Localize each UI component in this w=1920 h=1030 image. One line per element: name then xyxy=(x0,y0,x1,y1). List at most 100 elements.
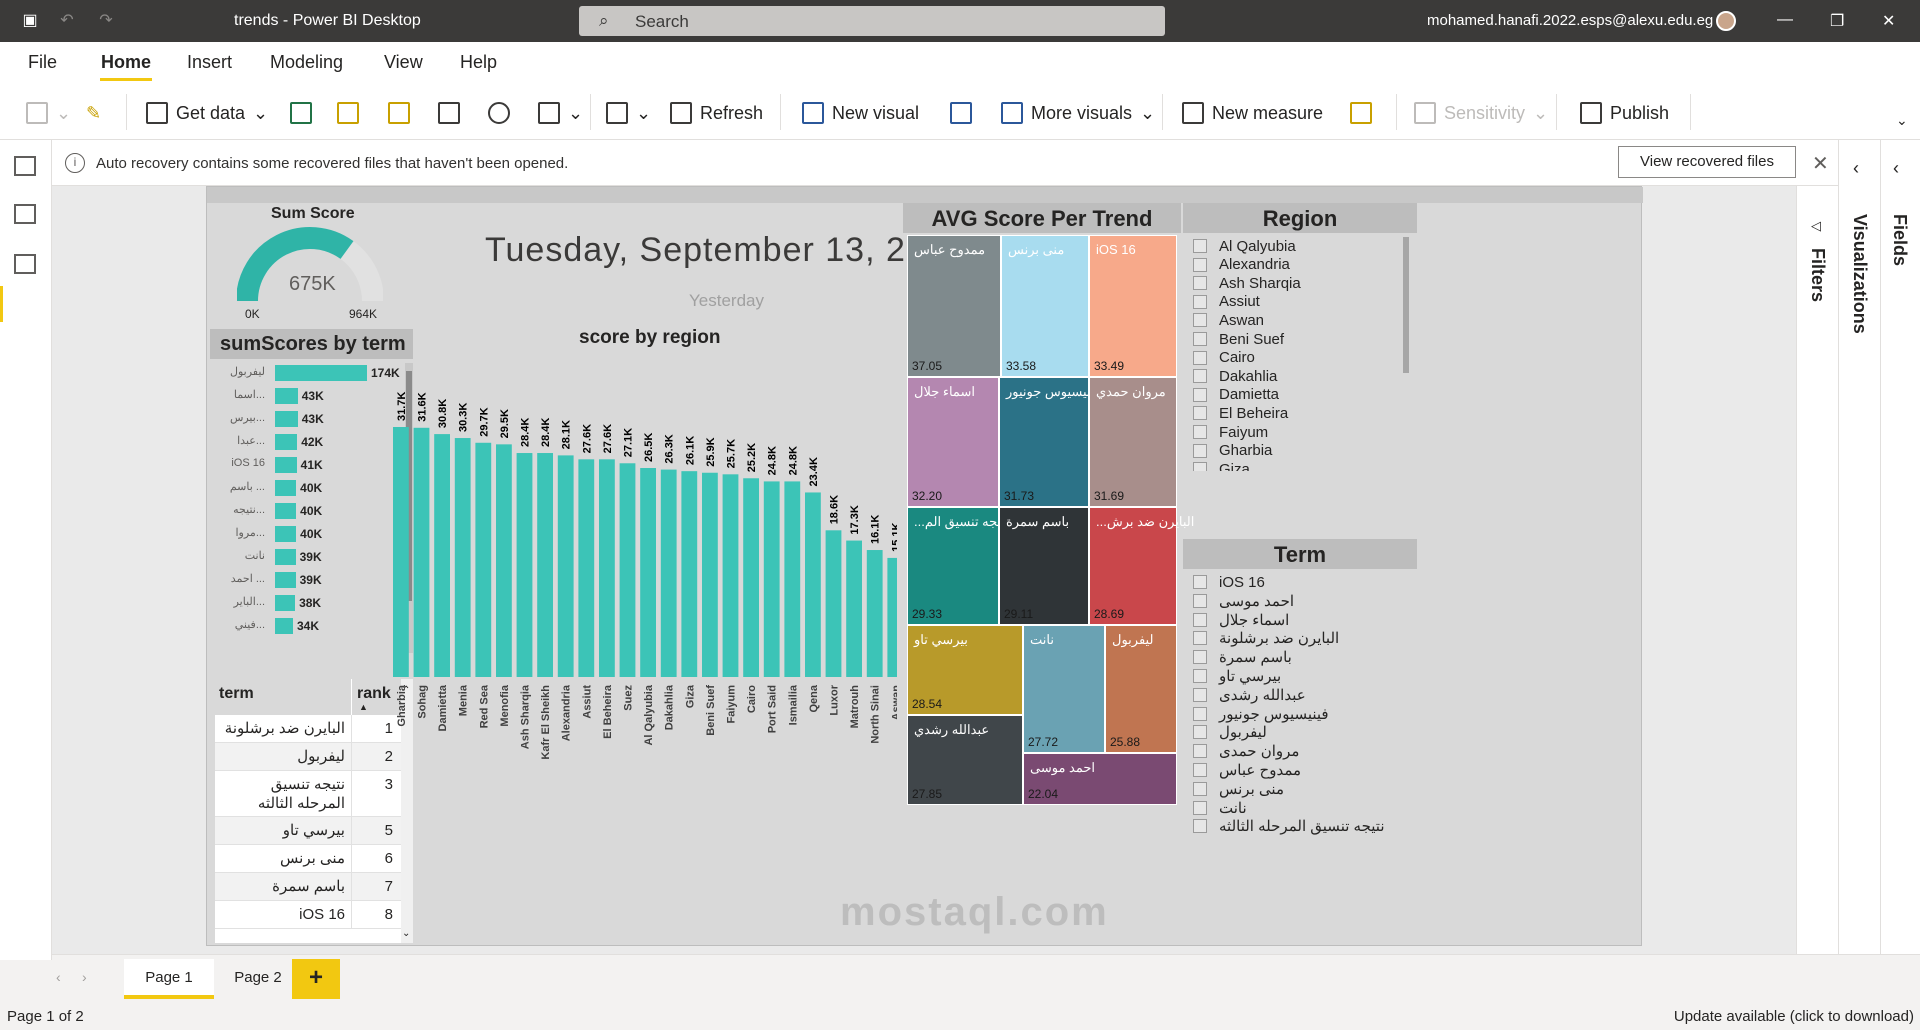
column-header-rank[interactable]: rank xyxy=(357,685,391,703)
term-bar-row[interactable]: ليفربول 174K xyxy=(207,363,407,383)
region-bar[interactable] xyxy=(537,453,553,677)
term-bar-row[interactable]: نانت 39K xyxy=(207,547,407,567)
column-header-term[interactable]: term xyxy=(219,685,254,703)
term-bar-row[interactable]: الباير... 38K xyxy=(207,593,407,613)
data-view-icon[interactable] xyxy=(14,204,36,224)
visualizations-label[interactable]: Visualizations xyxy=(1849,214,1870,334)
checkbox[interactable] xyxy=(1193,425,1207,439)
term-bar[interactable] xyxy=(275,549,296,565)
region-bar[interactable] xyxy=(702,472,718,677)
term-bar-row[interactable]: اسما... 43K xyxy=(207,386,407,406)
recent-sources-button[interactable]: ⌄ xyxy=(538,100,583,126)
checkbox[interactable] xyxy=(1193,443,1207,458)
term-bar[interactable] xyxy=(275,457,297,473)
next-page-icon[interactable]: › xyxy=(82,969,87,985)
checkbox[interactable] xyxy=(1193,650,1207,665)
table-row[interactable]: منى برنس 6 xyxy=(215,845,401,873)
refresh-button[interactable]: Refresh xyxy=(670,100,763,126)
slicer-item[interactable]: Giza xyxy=(1193,458,1250,471)
excel-button[interactable] xyxy=(290,100,312,126)
sort-asc-icon[interactable]: ▲ xyxy=(359,702,368,712)
checkbox[interactable] xyxy=(1193,593,1207,608)
treemap-tile[interactable]: باسم سمرة 29.11 xyxy=(999,507,1089,625)
save-icon[interactable]: ▣ xyxy=(21,12,39,30)
term-bar-row[interactable]: فيني... 34K xyxy=(207,616,407,636)
restore-icon[interactable]: ❐ xyxy=(1830,11,1844,31)
checkbox[interactable] xyxy=(1193,781,1207,796)
checkbox[interactable] xyxy=(1193,631,1207,646)
region-scrollbar[interactable] xyxy=(1403,237,1409,373)
region-bar[interactable] xyxy=(393,427,409,677)
term-bar[interactable] xyxy=(275,480,297,496)
filters-label[interactable]: Filters xyxy=(1807,248,1828,302)
checkbox[interactable] xyxy=(1193,239,1207,253)
table-row[interactable]: البايرن ضد برشلونة 1 xyxy=(215,715,401,743)
region-bar[interactable] xyxy=(784,481,801,677)
close-icon[interactable]: ✕ xyxy=(1812,151,1829,176)
table-row[interactable]: نتيجه تنسيق المرحله الثالثه 3 xyxy=(215,771,401,817)
fields-pane[interactable]: ‹ Fields xyxy=(1880,140,1920,960)
term-bar[interactable] xyxy=(275,365,367,381)
region-bar[interactable] xyxy=(887,557,897,677)
term-bar-row[interactable]: مروا... 40K xyxy=(207,524,407,544)
term-bar-row[interactable]: احمد ... 39K xyxy=(207,570,407,590)
region-bar[interactable] xyxy=(763,481,780,677)
menu-insert[interactable]: Insert xyxy=(187,52,232,73)
term-bar-row[interactable]: باسم ... 40K xyxy=(207,478,407,498)
region-bar[interactable] xyxy=(578,459,595,677)
paste-button[interactable]: ⌄ xyxy=(26,100,71,126)
checkbox[interactable] xyxy=(1193,669,1207,683)
menu-file[interactable]: File xyxy=(28,52,57,73)
checkbox[interactable] xyxy=(1193,387,1207,402)
term-bar-row[interactable]: نتيجه... 40K xyxy=(207,501,407,521)
region-bar[interactable] xyxy=(516,453,533,677)
treemap-tile[interactable]: مروان حمدي 31.69 xyxy=(1089,377,1177,507)
region-bar[interactable] xyxy=(557,455,574,677)
fields-label[interactable]: Fields xyxy=(1889,214,1910,266)
menu-home[interactable]: Home xyxy=(101,52,151,73)
region-bar[interactable] xyxy=(681,471,698,677)
visualizations-pane[interactable]: ‹ Visualizations xyxy=(1838,140,1880,960)
region-bar[interactable] xyxy=(413,427,430,677)
term-bar[interactable] xyxy=(275,434,298,450)
slicer-item[interactable]: نتيجه تنسيق المرحله الثالثه xyxy=(1193,815,1399,837)
sensitivity-button[interactable]: Sensitivity ⌄ xyxy=(1414,100,1548,126)
checkbox[interactable] xyxy=(1193,819,1207,834)
term-bar[interactable] xyxy=(275,526,297,542)
filters-pane[interactable]: ◁ Filters xyxy=(1796,186,1838,954)
menu-modeling[interactable]: Modeling xyxy=(270,52,343,73)
term-bar[interactable] xyxy=(275,572,296,588)
treemap-tile[interactable]: عبدالله رشدي 27.85 xyxy=(907,715,1023,805)
text-box-button[interactable] xyxy=(950,100,972,126)
checkbox[interactable] xyxy=(1193,725,1207,740)
region-bar[interactable] xyxy=(434,434,450,677)
format-painter-button[interactable]: ✎ xyxy=(86,100,101,126)
table-row[interactable]: بيرسي تاو 5 xyxy=(215,817,401,845)
table-row[interactable]: ليفربول 2 xyxy=(215,743,401,771)
enter-data-button[interactable] xyxy=(438,100,460,126)
checkbox[interactable] xyxy=(1193,257,1207,272)
expand-fields-icon[interactable]: ‹ xyxy=(1893,158,1899,179)
checkbox[interactable] xyxy=(1193,350,1207,365)
treemap-tile[interactable]: ممدوح عباس 37.05 xyxy=(907,235,1001,377)
scroll-down-icon[interactable]: ⌄ xyxy=(402,928,410,939)
term-bar[interactable] xyxy=(275,388,298,404)
checkbox[interactable] xyxy=(1193,313,1207,328)
treemap-tile[interactable]: نتيجه تنسيق الم... 29.33 xyxy=(907,507,1009,625)
checkbox[interactable] xyxy=(1193,687,1207,702)
menu-help[interactable]: Help xyxy=(460,52,497,73)
region-bar[interactable] xyxy=(825,530,842,677)
term-bar-row[interactable]: iOS 16 41K xyxy=(207,455,407,475)
region-bar[interactable] xyxy=(496,444,512,677)
checkbox[interactable] xyxy=(1193,706,1207,721)
term-bar[interactable] xyxy=(275,503,297,519)
collapse-ribbon-icon[interactable]: ⌄ xyxy=(1896,112,1908,129)
checkbox[interactable] xyxy=(1193,276,1207,291)
term-bar[interactable] xyxy=(275,618,293,634)
region-bar[interactable] xyxy=(640,468,656,677)
dataverse-button[interactable] xyxy=(488,100,510,126)
region-bar[interactable] xyxy=(454,438,471,677)
term-bar-row[interactable]: بيرس... 43K xyxy=(207,409,407,429)
region-bar[interactable] xyxy=(866,550,883,677)
treemap-tile[interactable]: فينيسيوس جونيور 31.73 xyxy=(999,377,1101,507)
